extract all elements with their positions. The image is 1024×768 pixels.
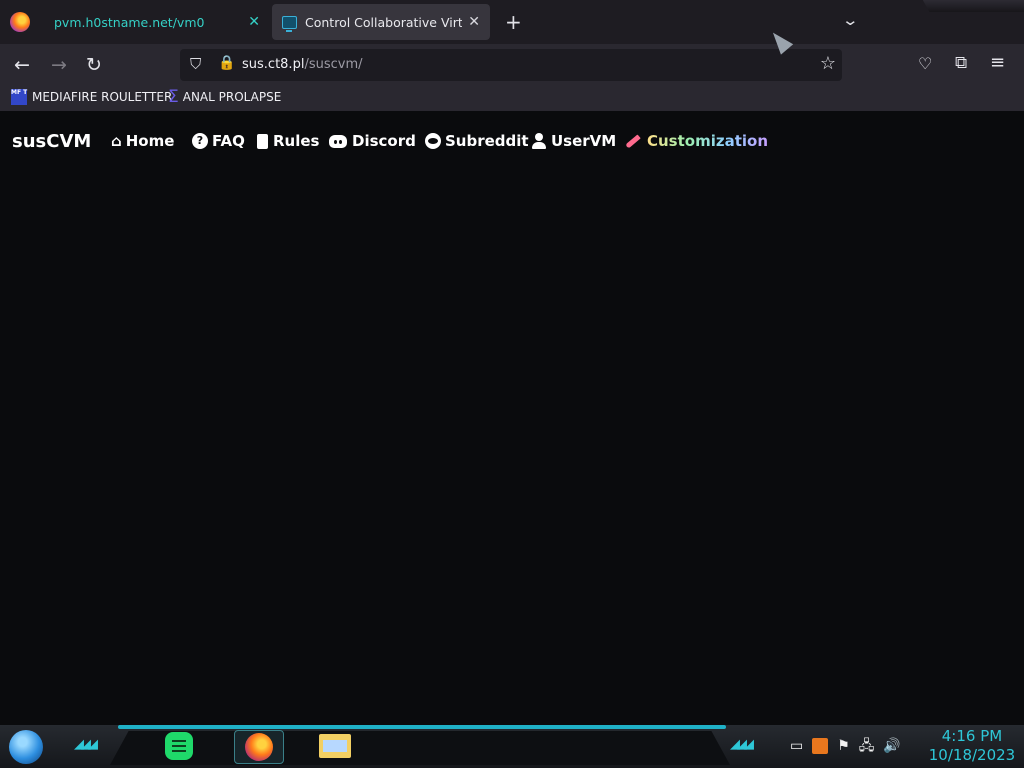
nav-label: UserVM [551, 132, 617, 150]
bookmark-label: MEDIAFIRE ROULETTER [32, 90, 173, 104]
chevron-decoration-left: ◢◢◢ [74, 737, 98, 752]
bookmark-mediafire[interactable]: MF T MEDIAFIRE ROULETTER [11, 89, 172, 105]
home-icon: ⌂ [111, 132, 122, 150]
taskbar-app-firefox[interactable] [234, 730, 284, 764]
volume-icon[interactable]: 🔊 [883, 736, 900, 756]
firefox-view-icon[interactable] [10, 12, 30, 32]
nav-customization[interactable]: Customization [625, 132, 768, 150]
start-button[interactable] [9, 730, 43, 764]
nav-label: Discord [352, 132, 416, 150]
system-tray: ▭ ⚑ 🖧 🔊 [790, 736, 901, 756]
pocket-icon[interactable]: ♡ [918, 54, 932, 73]
firefox-icon [245, 733, 273, 761]
taskbar-dock [110, 731, 730, 765]
user-icon [532, 133, 546, 149]
tab-title: Control Collaborative Virtual M [305, 14, 463, 30]
forward-icon[interactable]: → [51, 54, 67, 76]
navigation-toolbar: ← → ↻ ⛉ 🔒 sus.ct8.pl/suscvm/ ☆ ♡ ⧉ ≡ [0, 44, 1024, 86]
bookmarks-toolbar: MF T MEDIAFIRE ROULETTER Σ ANAL PROLAPSE [0, 86, 1024, 111]
address-bar[interactable]: ⛉ 🔒 sus.ct8.pl/suscvm/ ☆ [180, 49, 842, 81]
taskbar-app-file-explorer[interactable] [317, 730, 353, 762]
taskbar-app-notes[interactable] [161, 730, 197, 762]
nav-rules[interactable]: Rules [257, 132, 319, 150]
tab-title: pvm.h0stname.net/vm0 [54, 14, 205, 30]
paintbrush-icon [625, 133, 641, 149]
url-text[interactable]: sus.ct8.pl/suscvm/ [242, 57, 363, 72]
monitor-icon [282, 15, 297, 32]
tab-pvm[interactable]: pvm.h0stname.net/vm0 ✕ [44, 4, 270, 40]
tab-control-collaborative[interactable]: Control Collaborative Virtual M ✕ [272, 4, 490, 40]
clock-time: 4:16 PM [941, 727, 1003, 745]
tab-strip: pvm.h0stname.net/vm0 ✕ Control Collabora… [0, 0, 1024, 44]
discord-icon [329, 134, 347, 148]
nav-faq[interactable]: ? FAQ [192, 132, 245, 150]
java-icon[interactable] [812, 738, 829, 754]
close-icon[interactable]: ✕ [248, 14, 260, 30]
taskbar-glow-line [118, 725, 726, 729]
new-tab-button[interactable]: + [505, 10, 522, 34]
url-host: sus.ct8.pl [242, 57, 305, 72]
reddit-icon [425, 133, 441, 149]
folder-icon [319, 734, 351, 758]
lock-icon[interactable]: 🔒 [218, 55, 235, 71]
url-path: /suscvm/ [304, 57, 363, 72]
clock-date: 10/18/2023 [928, 746, 1016, 764]
show-desktop-icon[interactable]: ▭ [790, 736, 803, 756]
nav-label: Rules [273, 132, 320, 150]
nav-label: FAQ [212, 132, 245, 150]
list-all-tabs-icon[interactable]: ⌄ [841, 11, 859, 29]
tracking-shield-icon[interactable]: ⛉ [190, 55, 201, 73]
mediafire-icon: MF T [11, 89, 27, 105]
question-icon: ? [192, 133, 208, 149]
web-page: susCVM ⌂ Home ? FAQ Rules Discord Subred… [0, 111, 1024, 725]
reload-icon[interactable]: ↻ [86, 54, 102, 76]
bookmark-second[interactable]: Σ ANAL PROLAPSE [168, 87, 282, 107]
extensions-icon[interactable]: ⧉ [955, 53, 967, 73]
bookmark-label: ANAL PROLAPSE [182, 90, 282, 104]
action-center-flag-icon[interactable]: ⚑ [837, 736, 850, 756]
close-icon[interactable]: ✕ [468, 14, 480, 30]
nav-label: Home [125, 132, 175, 150]
network-icon[interactable]: 🖧 [859, 736, 875, 756]
site-brand[interactable]: susCVM [12, 131, 91, 152]
chevron-decoration-right: ◢◢◢ [730, 737, 754, 752]
clipboard-icon [257, 133, 268, 149]
taskbar: ◢◢◢ ◢◢◢ ▭ ⚑ 🖧 🔊 4:16 PM 10/18/2023 [0, 725, 1024, 768]
nav-label: Customization [647, 132, 769, 150]
nav-subreddit[interactable]: Subreddit [425, 132, 529, 150]
notes-app-icon [165, 732, 193, 760]
clock[interactable]: 4:16 PM 10/18/2023 [924, 727, 1020, 765]
nav-uservm[interactable]: UserVM [532, 132, 616, 150]
back-icon[interactable]: ← [14, 54, 30, 76]
menu-icon[interactable]: ≡ [990, 52, 1005, 73]
nav-home[interactable]: ⌂ Home [111, 132, 174, 150]
bookmark-star-icon[interactable]: ☆ [820, 53, 836, 74]
sigma-icon: Σ [168, 87, 179, 107]
window-frame-decoration [922, 0, 1024, 12]
nav-label: Subreddit [445, 132, 529, 150]
nav-discord[interactable]: Discord [329, 132, 416, 150]
